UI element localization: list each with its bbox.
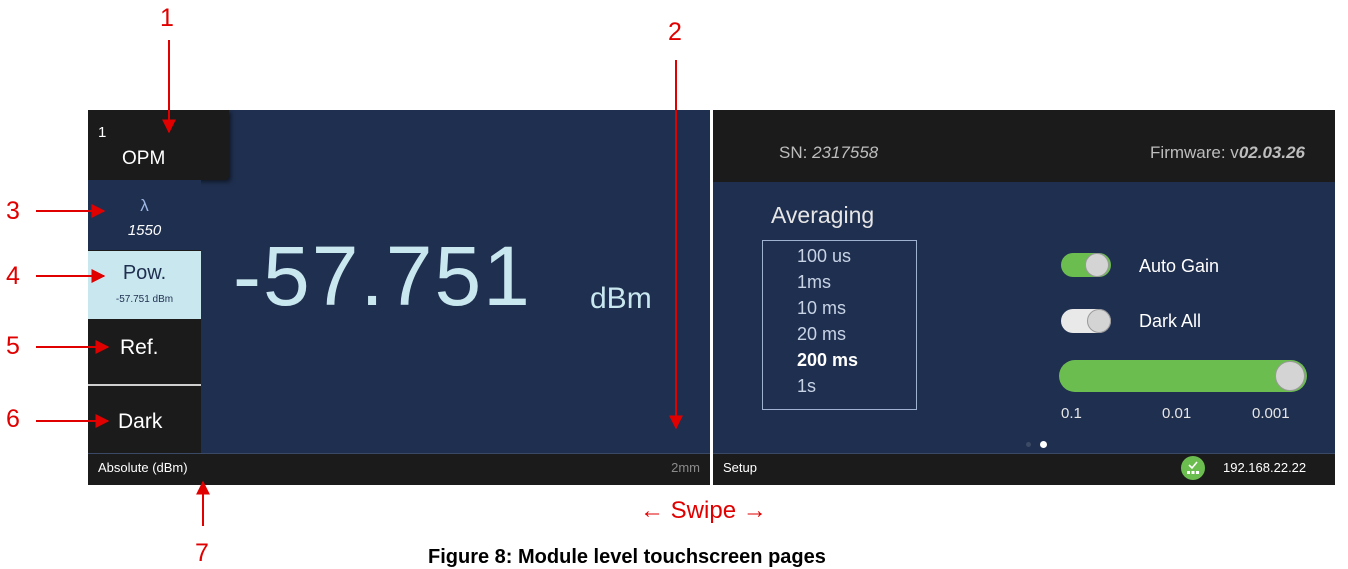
serial-value: 2317558 [812,143,879,162]
toggle-knob [1087,309,1111,333]
averaging-option[interactable]: 20 ms [797,324,846,345]
firmware-label: Firmware: v [1150,143,1239,162]
fiber-type: 2mm [671,460,700,475]
dark-all-toggle[interactable] [1061,309,1111,333]
callout-6: 6 [6,405,20,433]
slider-label: 0.001 [1252,405,1290,422]
right-arrow-icon: → [742,497,767,524]
callout-7: 7 [195,539,209,567]
callout-4: 4 [6,262,20,290]
power-reading: -57.751 [233,229,532,323]
callout-2: 2 [668,18,682,46]
power-label: Pow. [122,262,167,284]
power-value: -57.751 dBm [115,294,174,305]
network-status-icon [1181,456,1205,480]
module-index: 1 [98,124,107,141]
averaging-option[interactable]: 10 ms [797,298,846,319]
module-label: OPM [122,148,166,169]
firmware-version: Firmware: v02.03.26 [1150,143,1305,163]
slider-label: 0.01 [1162,405,1192,422]
auto-gain-label: Auto Gain [1139,256,1220,276]
swipe-indicator: ← Swipe → [640,497,767,525]
wavelength-value: 1550 [127,222,162,239]
measurement-mode[interactable]: Absolute (dBm) [98,460,188,475]
setup-label: Setup [723,460,757,475]
callout-1: 1 [160,4,174,32]
averaging-option[interactable]: 1ms [797,272,831,293]
network-check-icon [1187,461,1199,474]
power-unit: dBm [590,282,652,315]
page-dot[interactable] [1026,442,1031,447]
dark-all-label: Dark All [1139,311,1202,331]
averaging-title: Averaging [771,202,875,228]
left-arrow-icon: ← [640,497,664,524]
page-dot-active[interactable] [1040,441,1047,448]
range-slider-track[interactable] [1059,360,1307,392]
ip-address: 192.168.22.22 [1223,460,1307,475]
setup-screen: SN: 2317558 Firmware: v02.03.26 Averagin… [713,110,1335,485]
callout-3: 3 [6,197,20,225]
range-slider-handle[interactable] [1275,361,1305,391]
serial-label: SN: [779,143,813,162]
slider-label: 0.1 [1061,405,1082,422]
averaging-option[interactable]: 1s [797,376,816,397]
firmware-value: 02.03.26 [1238,143,1305,162]
serial-number: SN: 2317558 [779,143,878,163]
callout-5: 5 [6,332,20,360]
auto-gain-toggle[interactable] [1061,253,1111,277]
dark-label: Dark [118,410,163,433]
swipe-label: Swipe [670,497,737,524]
averaging-option[interactable]: 100 us [797,246,851,267]
lambda-icon: λ [140,196,149,215]
reference-label: Ref. [120,336,159,359]
averaging-option-selected[interactable]: 200 ms [797,350,858,371]
figure-caption: Figure 8: Module level touchscreen pages [428,546,826,568]
opm-measurement-screen: 1 OPM λ 1550 Pow. -57.751 dBm Ref. Dark … [88,110,710,485]
toggle-knob [1085,253,1109,277]
